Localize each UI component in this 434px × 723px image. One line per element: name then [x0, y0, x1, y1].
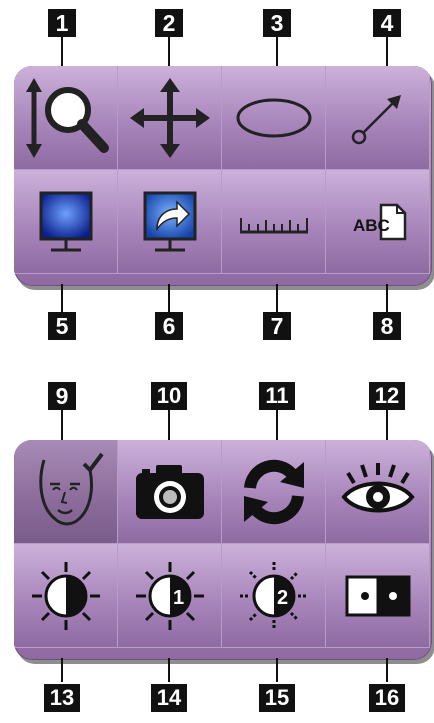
- face-check-icon: [39, 452, 104, 526]
- pan-tool-button[interactable]: [118, 66, 222, 170]
- callout-2: 2: [155, 9, 183, 37]
- dual-view-icon: [345, 575, 411, 617]
- callout-6: 6: [155, 312, 183, 340]
- callout-14: 14: [151, 684, 187, 712]
- callout-12: 12: [369, 382, 405, 410]
- callout-8: 8: [373, 312, 401, 340]
- arrow-tool-button[interactable]: [326, 66, 430, 170]
- monitor-icon: [39, 191, 93, 252]
- window-level-preset-icon: 1: [136, 562, 204, 630]
- zoom-magnifier-icon: [26, 78, 109, 158]
- window-level-preset-icon: 2: [240, 562, 308, 630]
- camera-icon: [136, 465, 204, 519]
- callout-9: 9: [48, 382, 76, 410]
- zoom-tool-button[interactable]: [14, 66, 118, 170]
- ellipse-roi-icon: [236, 98, 312, 138]
- preset-2-label: 2: [277, 587, 288, 609]
- callout-16: 16: [369, 684, 405, 712]
- monitor-share-icon: [143, 191, 197, 252]
- pan-move-icon: [130, 78, 210, 158]
- preset-1-label: 1: [173, 587, 184, 609]
- eye-tool-button[interactable]: [326, 440, 430, 544]
- callout-1: 1: [48, 9, 76, 37]
- window-level-preset-1-button[interactable]: 1: [118, 544, 222, 648]
- callout-5: 5: [48, 312, 76, 340]
- callout-4: 4: [373, 9, 401, 37]
- text-tool-label: ABC: [353, 216, 390, 235]
- refresh-icon: [244, 459, 304, 525]
- callout-13: 13: [44, 684, 80, 712]
- face-check-tool-button[interactable]: [14, 440, 118, 544]
- monitor-tool-button[interactable]: [14, 170, 118, 274]
- window-level-icon: [32, 562, 100, 630]
- ruler-tool-button[interactable]: [222, 170, 326, 274]
- text-tool-button[interactable]: ABC: [326, 170, 430, 274]
- callout-15: 15: [259, 684, 295, 712]
- window-level-preset-2-button[interactable]: 2: [222, 544, 326, 648]
- camera-tool-button[interactable]: [118, 440, 222, 544]
- ruler-icon: [240, 218, 308, 234]
- top-toolbar: ABC: [14, 66, 432, 286]
- arrow-annotation-icon: [351, 95, 401, 145]
- callout-10: 10: [151, 382, 187, 410]
- refresh-tool-button[interactable]: [222, 440, 326, 544]
- ellipse-tool-button[interactable]: [222, 66, 326, 170]
- bottom-toolbar: 1 2: [14, 440, 432, 660]
- dual-view-tool-button[interactable]: [326, 544, 430, 648]
- eye-icon: [341, 463, 415, 513]
- window-level-tool-button[interactable]: [14, 544, 118, 648]
- text-annotation-icon: ABC: [353, 203, 407, 241]
- callout-7: 7: [263, 312, 291, 340]
- monitor-share-tool-button[interactable]: [118, 170, 222, 274]
- callout-3: 3: [263, 9, 291, 37]
- callout-11: 11: [259, 382, 295, 410]
